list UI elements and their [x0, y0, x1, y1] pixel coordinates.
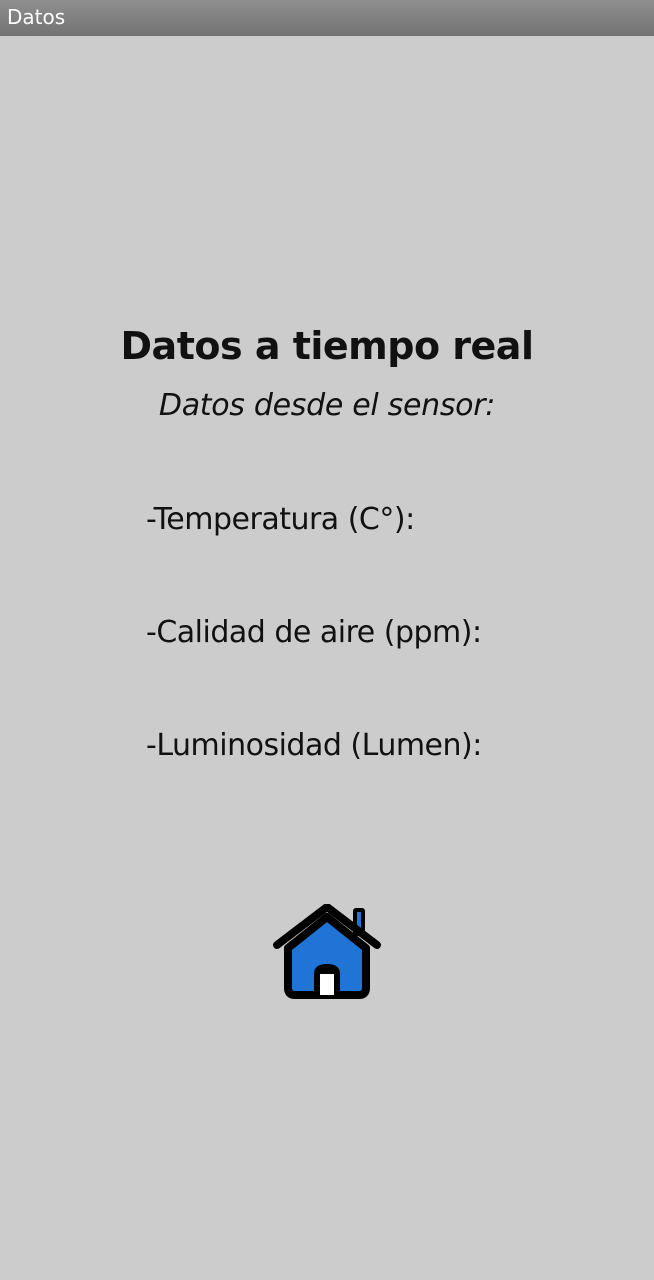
air-quality-label: -Calidad de aire (ppm): [146, 615, 482, 650]
temperature-label: -Temperatura (C°): [146, 502, 415, 537]
page-title: Datos a tiempo real [120, 324, 534, 368]
page-subtitle: Datos desde el sensor: [158, 388, 496, 423]
home-icon [273, 904, 381, 999]
home-button[interactable] [272, 904, 382, 1000]
air-quality-reading: -Calidad de aire (ppm): [146, 613, 482, 653]
luminosity-reading: -Luminosidad (Lumen): [146, 726, 482, 766]
temperature-reading: -Temperatura (C°): [146, 500, 415, 540]
title-bar: Datos [0, 0, 654, 36]
window-title: Datos [7, 5, 66, 29]
luminosity-label: -Luminosidad (Lumen): [146, 728, 482, 763]
